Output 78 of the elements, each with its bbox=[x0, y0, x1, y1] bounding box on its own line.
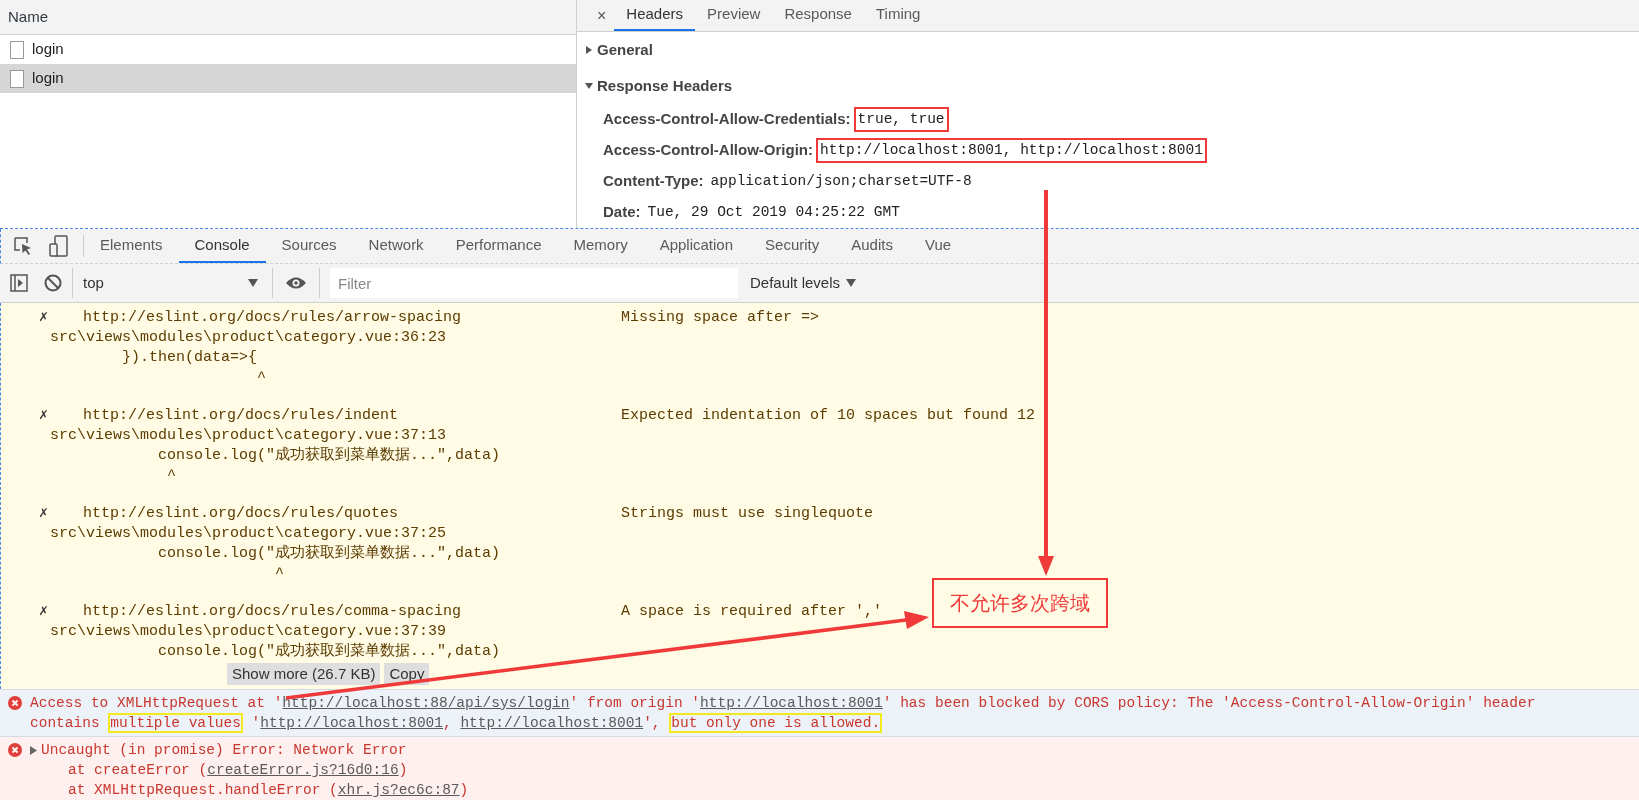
file-location: src\views\modules\product\category.vue:37:39 bbox=[50, 622, 447, 642]
header-value: Tue, 29 Oct 2019 04:25:22 GMT bbox=[646, 202, 901, 222]
rule-url: http://eslint.org/docs/rules/arrow-spacing bbox=[83, 308, 463, 328]
header-name: Content-Type: bbox=[603, 171, 704, 192]
caret-marker: ^ bbox=[256, 368, 267, 388]
stack-frame: at createError (createError.js?16d0:16) bbox=[30, 760, 408, 780]
code-line: }).then(data=>{ bbox=[121, 348, 258, 368]
url-link[interactable]: http://localhost:8001 bbox=[460, 715, 644, 731]
url-link[interactable]: http://localhost:8001 bbox=[700, 695, 883, 711]
tab[interactable]: Memory bbox=[557, 229, 644, 263]
tab[interactable]: Vue bbox=[908, 229, 968, 263]
header-value: true, true bbox=[853, 106, 949, 133]
tab[interactable]: Response bbox=[772, 0, 864, 31]
error-icon bbox=[8, 743, 22, 757]
column-header[interactable]: Name bbox=[8, 5, 48, 29]
tab[interactable]: Network bbox=[352, 229, 440, 263]
lint-message: Missing space after => bbox=[621, 308, 820, 328]
file-location: src\views\modules\product\category.vue:37:13 bbox=[50, 426, 447, 446]
stack-frame: at XMLHttpRequest.handleError (xhr.js?ec6c:87) bbox=[30, 780, 469, 800]
close-button[interactable]: × bbox=[589, 0, 615, 31]
lint-message: Expected indentation of 10 spaces but found 12 bbox=[621, 406, 1036, 426]
context-dropdown[interactable]: top bbox=[72, 268, 262, 298]
rule-url: http://eslint.org/docs/rules/comma-spacing bbox=[83, 602, 463, 622]
file-location: src\views\modules\product\category.vue:37:25 bbox=[50, 524, 447, 544]
levels-dropdown[interactable]: Default levels bbox=[750, 271, 857, 295]
code-line: console.log("成功获取到菜单数据...",data) bbox=[157, 446, 501, 466]
section-header[interactable]: General bbox=[585, 32, 1639, 68]
eye-icon bbox=[285, 276, 307, 290]
tab[interactable]: Sources bbox=[265, 229, 353, 263]
lint-message: A space is required after ',' bbox=[621, 602, 883, 622]
inspect-element-icon bbox=[13, 236, 33, 256]
tab[interactable]: Headers bbox=[614, 0, 696, 31]
tab[interactable]: Performance bbox=[439, 229, 558, 263]
caret-icon bbox=[248, 279, 258, 287]
code-line: console.log("成功获取到菜单数据...",data) bbox=[157, 544, 501, 564]
code-line: console.log("成功获取到菜单数据...",data) bbox=[157, 642, 501, 662]
caret-marker: ^ bbox=[274, 564, 285, 584]
error-mark: ✗ bbox=[39, 406, 50, 426]
caret-marker: ^ bbox=[166, 466, 177, 486]
file-icon bbox=[10, 69, 24, 88]
error-mark: ✗ bbox=[39, 602, 50, 622]
tab[interactable]: Application bbox=[643, 229, 750, 263]
collapsed-triangle-icon bbox=[30, 745, 37, 755]
file-location: src\views\modules\product\category.vue:36:23 bbox=[50, 328, 447, 348]
url-link[interactable]: http://localhost:8001 bbox=[260, 715, 443, 731]
error-icon bbox=[8, 696, 22, 710]
sidebar-toggle-icon bbox=[10, 274, 28, 292]
tab[interactable]: Audits bbox=[835, 229, 909, 263]
header-name: Access-Control-Allow-Origin: bbox=[603, 140, 813, 161]
file-icon bbox=[10, 40, 24, 59]
error-message: Access to XMLHttpRequest at 'http://localhost:88/api/sys/login' from origin 'http://localhost:8001' has been blocked by CORS policy: The 'Access-Control-Allow-Origin' header contains multiple values 'http://localhost:8001, http://localhost:8001', but only one is allowed. bbox=[30, 694, 1536, 733]
section-header[interactable]: Response Headers bbox=[585, 68, 1639, 104]
lint-message: Strings must use singlequote bbox=[621, 504, 874, 524]
show-more-button[interactable]: Show more (26.7 KB) bbox=[227, 663, 381, 685]
rule-url: http://eslint.org/docs/rules/indent bbox=[83, 406, 400, 426]
caret-icon bbox=[846, 279, 857, 287]
url-link[interactable]: http://localhost:88/api/sys/login bbox=[282, 695, 570, 711]
filter-field[interactable]: Filter bbox=[330, 268, 738, 298]
expanded-triangle-icon bbox=[585, 82, 593, 90]
tab[interactable]: Timing bbox=[863, 0, 933, 31]
header-name: Date: bbox=[603, 202, 641, 223]
request-row[interactable]: login bbox=[0, 64, 576, 93]
header-value: http://localhost:8001, http://localhost:8001 bbox=[816, 137, 1207, 164]
error-mark: ✗ bbox=[39, 504, 50, 524]
source-link[interactable]: xhr.js?ec6c:87 bbox=[337, 782, 460, 798]
error-mark: ✗ bbox=[39, 308, 50, 328]
tab[interactable]: Elements bbox=[84, 229, 179, 263]
header-name: Access-Control-Allow-Credentials: bbox=[603, 109, 851, 130]
expandable-error[interactable]: Uncaught (in promise) Error: Network Error bbox=[30, 740, 469, 760]
header-value: application/json;charset=UTF-8 bbox=[709, 171, 973, 191]
tab[interactable]: Preview bbox=[695, 0, 773, 31]
collapsed-triangle-icon bbox=[585, 46, 593, 54]
tab[interactable]: Security bbox=[749, 229, 836, 263]
annotation-callout: 不允许多次跨域 bbox=[932, 578, 1108, 628]
rule-url: http://eslint.org/docs/rules/quotes bbox=[83, 504, 400, 524]
device-toolbar-icon bbox=[49, 235, 69, 257]
clear-console-icon bbox=[44, 274, 62, 292]
source-link[interactable]: createError.js?16d0:16 bbox=[207, 762, 399, 778]
